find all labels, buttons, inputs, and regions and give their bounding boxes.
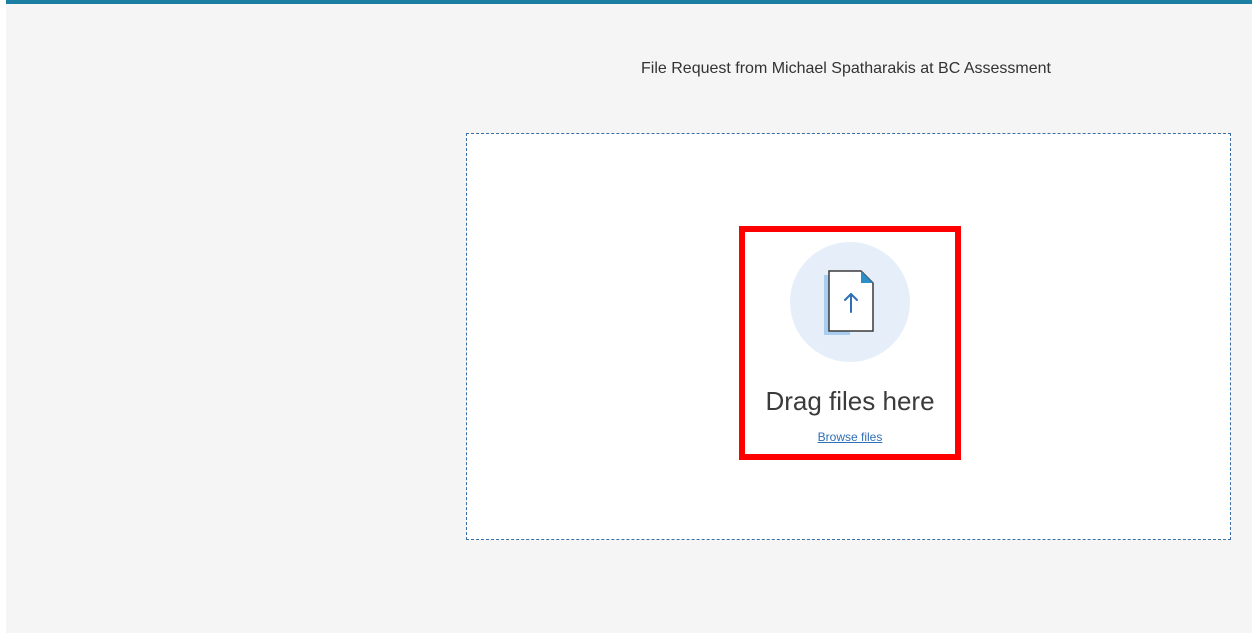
browse-files-link[interactable]: Browse files — [745, 430, 955, 444]
top-accent-bar — [6, 0, 1252, 4]
file-dropzone[interactable]: Drag files here Browse files — [466, 133, 1231, 540]
file-upload-icon-graphic — [824, 270, 874, 335]
file-upload-icon — [790, 242, 910, 362]
highlighted-drop-area[interactable]: Drag files here Browse files — [739, 226, 961, 460]
page-background: File Request from Michael Spatharakis at… — [6, 0, 1252, 633]
page-title: File Request from Michael Spatharakis at… — [641, 60, 1051, 77]
drag-files-label: Drag files here — [765, 386, 935, 416]
